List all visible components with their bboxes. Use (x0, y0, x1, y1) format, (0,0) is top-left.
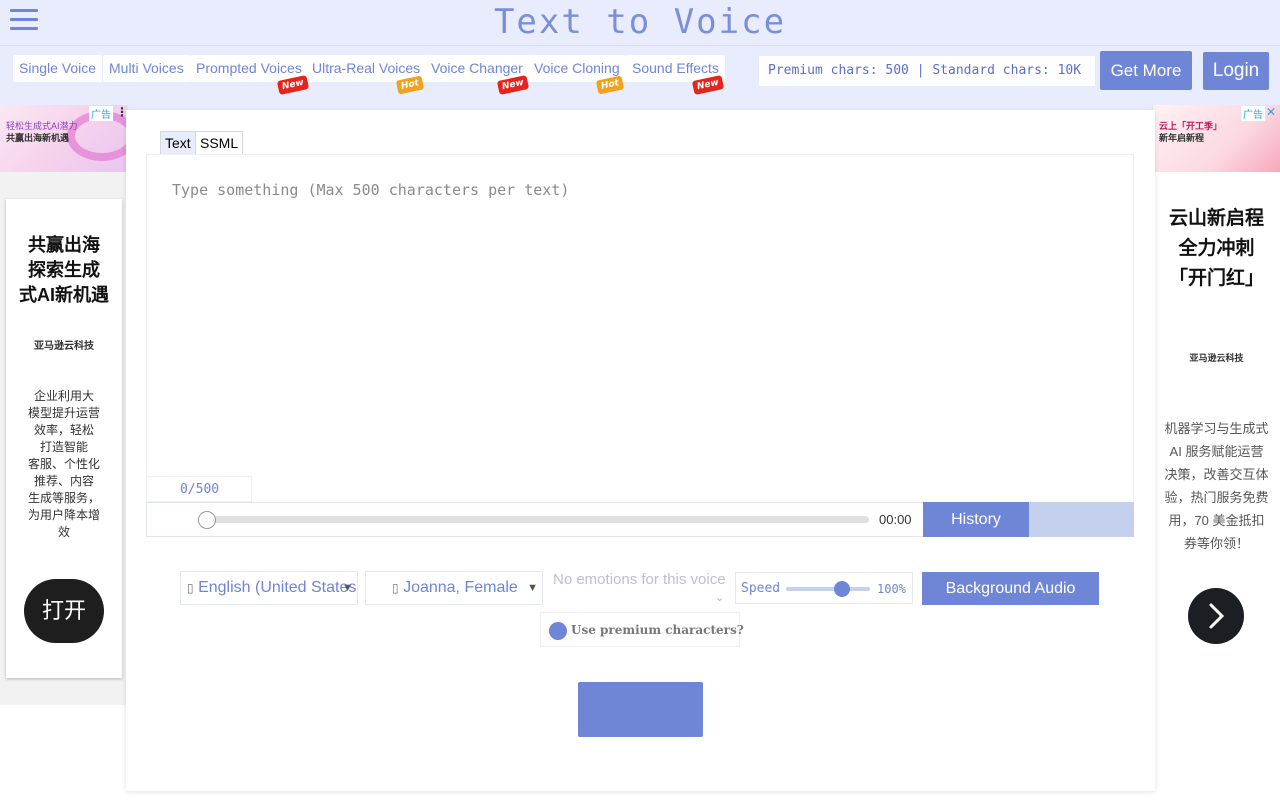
audio-progress-track[interactable] (207, 516, 869, 523)
nav-tab-label: Multi Voices (109, 60, 184, 76)
ad-headline: 云山新启程 全力冲刺 「开门红」 (1153, 204, 1280, 294)
ad-body-line: 生成等服务， (27, 491, 100, 505)
ad-open-button[interactable]: 打开 (24, 579, 104, 643)
chevron-down-icon: ▼ (527, 582, 538, 594)
speed-slider-thumb[interactable] (834, 581, 850, 597)
ad-body-line: 打造智能 (39, 440, 88, 454)
history-panel (1029, 502, 1134, 537)
premium-toggle[interactable]: Use premium characters? (540, 612, 744, 647)
nav-tab-single-voice[interactable]: Single Voice (13, 55, 103, 82)
ad-headline-line: 共赢出海 (28, 235, 100, 255)
ad-body-line: 为用户降本增 (27, 508, 100, 522)
nav-tab-label: Sound Effects (632, 60, 719, 76)
ad-body-line: 效率，轻松 (33, 423, 94, 437)
ad-headline-line: 探索生成 (28, 260, 100, 280)
ad-body-line: AI 服务赋能运营 (1169, 444, 1264, 459)
ad-body: 企业利用大 模型提升运营 效率，轻松 打造智能 客服、个性化 推荐、内容 生成等… (6, 388, 122, 541)
ad-banner-line: 共赢出海新机遇 (6, 133, 70, 143)
nav-tab-label: Ultra-Real Voices (312, 60, 421, 76)
main-panel: Text SSML 0/500 00:00 History ▯ English … (126, 110, 1155, 791)
speed-slider-track[interactable] (786, 587, 870, 591)
audio-time: 00:00 (879, 512, 912, 527)
ad-mark: 广告 (89, 106, 113, 121)
ad-body: 机器学习与生成式 AI 服务赋能运营 决策，改善交互体 验，热门服务免费 用，7… (1153, 417, 1280, 555)
chars-info: Premium chars: 500 | Standard chars: 10K (759, 56, 1095, 86)
language-value: English (United States) (198, 579, 358, 596)
tab-ssml[interactable]: SSML (195, 131, 244, 154)
nav-tab-label: Prompted Voices (196, 60, 302, 76)
flag-icon: ▯ (187, 581, 194, 595)
emotion-select[interactable]: No emotions for this voice ⌄ (553, 571, 729, 609)
ad-body-line: 模型提升运营 (27, 406, 100, 420)
ad-body-line: 决策，改善交互体 (1164, 467, 1269, 482)
speed-label: Speed (741, 581, 781, 596)
ad-headline: 共赢出海 探索生成 式AI新机遇 (6, 233, 122, 308)
chevron-right-icon[interactable] (1188, 588, 1244, 644)
ad-headline-line: 全力冲刺 (1178, 238, 1255, 259)
background-audio-button[interactable]: Background Audio (922, 572, 1099, 605)
speed-value: 100% (877, 582, 906, 596)
nav-tab-label: Voice Changer (431, 60, 523, 76)
text-input[interactable] (147, 155, 1133, 502)
ad-brand: 亚马逊云科技 (1189, 353, 1244, 363)
ad-headline-line: 式AI新机遇 (19, 285, 109, 305)
chevron-down-icon: ⌄ (715, 592, 725, 604)
ad-body-line: 客服、个性化 (27, 457, 100, 471)
ad-right[interactable]: 云上「开工季」 新年启新程 广告 ✕ 云山新启程 全力冲刺 「开门红」 亚马逊云… (1152, 105, 1280, 705)
ad-body-line: 企业利用大 (33, 389, 94, 403)
ad-body-line: 用，70 美金抵扣 (1168, 513, 1265, 528)
ad-headline-line: 云山新启程 (1168, 208, 1264, 229)
audio-progress-thumb[interactable] (198, 511, 216, 529)
tab-text[interactable]: Text (160, 131, 196, 154)
ad-mark: 广告 (1241, 106, 1265, 121)
audio-player: 00:00 History (146, 502, 1134, 537)
header-divider (0, 45, 1280, 46)
voice-value: Joanna, Female (403, 579, 518, 596)
history-button[interactable]: History (923, 502, 1029, 537)
ad-body-line: 机器学习与生成式 (1164, 421, 1269, 436)
language-select[interactable]: ▯ English (United States) ▼ (180, 571, 358, 605)
person-icon: ▯ (392, 581, 399, 595)
speed-control: Speed 100% (735, 572, 913, 604)
char-counter: 0/500 (146, 476, 252, 502)
ad-headline-line: 「开门红」 (1168, 268, 1264, 289)
login-button[interactable]: Login (1203, 52, 1269, 90)
get-more-button[interactable]: Get More (1100, 51, 1192, 90)
emotion-value: No emotions for this voice (553, 571, 726, 588)
ad-body-line: 券等你领！ (1183, 536, 1249, 551)
ad-banner-line: 新年启新程 (1159, 133, 1205, 143)
ad-body-line: 验，热门服务免费 (1164, 490, 1269, 505)
nav-tab-label: Voice Cloning (534, 60, 620, 76)
voice-select[interactable]: ▯ Joanna, Female ▼ (365, 571, 543, 605)
ad-left[interactable]: 轻松生成式AI潜力 共赢出海新机遇 广告 ⋮ 共赢出海 探索生成 式AI新机遇 … (0, 105, 128, 705)
ad-brand: 亚马逊云科技 (34, 341, 94, 352)
chevron-down-icon: ▼ (342, 582, 353, 594)
ad-body-line: 推荐、内容 (33, 474, 94, 488)
header: Text to Voice Single Voice Multi Voices … (0, 0, 1280, 110)
nav-tab-multi-voices[interactable]: Multi Voices (103, 55, 190, 82)
convert-button[interactable] (578, 682, 703, 737)
ad-card[interactable]: 共赢出海 探索生成 式AI新机遇 亚马逊云科技 企业利用大 模型提升运营 效率，… (6, 199, 122, 678)
close-icon[interactable]: ✕ (1266, 105, 1276, 119)
premium-toggle-label: Use premium characters? (571, 623, 744, 637)
site-title: Text to Voice (493, 2, 787, 42)
nav-tab-label: Single Voice (19, 60, 97, 76)
toggle-knob (549, 622, 567, 640)
text-editor (146, 154, 1134, 503)
ad-body-line: 效 (57, 525, 70, 539)
